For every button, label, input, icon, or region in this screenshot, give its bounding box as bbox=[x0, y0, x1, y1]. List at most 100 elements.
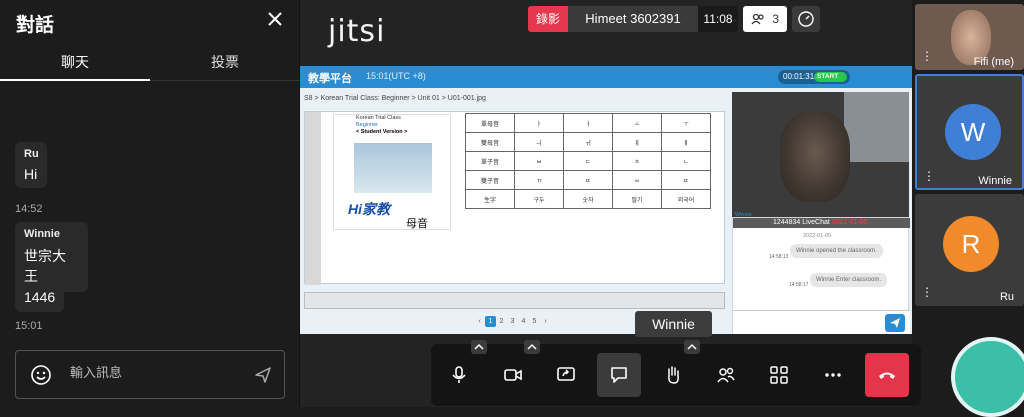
tile-view-button[interactable] bbox=[757, 353, 801, 397]
microphone-icon bbox=[452, 366, 466, 383]
table-cell: ㄴ bbox=[661, 151, 711, 171]
participant-count: 3 bbox=[772, 12, 780, 26]
message-text: Hi bbox=[24, 166, 38, 182]
participant-name: Fifi (me) bbox=[973, 56, 1014, 68]
send-icon[interactable] bbox=[254, 366, 272, 384]
tile-view-icon bbox=[770, 366, 788, 384]
message-time: 15:01 bbox=[15, 320, 43, 332]
table-cell: 외국어 bbox=[661, 189, 711, 209]
participant-name: Ru bbox=[999, 291, 1014, 303]
livechat-time: 14:58:13 bbox=[769, 254, 789, 260]
participant-tile-self[interactable]: ⋮ Fifi (me) bbox=[915, 4, 1024, 70]
platform-timezone: 15:01(UTC +8) bbox=[366, 71, 426, 81]
lesson-photo bbox=[354, 143, 432, 193]
participant-tile-ru[interactable]: R ⋮ Ru bbox=[915, 194, 1024, 306]
gauge-icon bbox=[798, 11, 814, 27]
live-chat: 1244834 LiveChat 2022-01-05 Winnie 2022-… bbox=[732, 212, 910, 334]
page-3[interactable]: 3 bbox=[507, 316, 518, 327]
tab-polls[interactable]: 投票 bbox=[150, 52, 300, 72]
shared-screen[interactable]: 教學平台 15:01(UTC +8) 00:01:31 START S8 > K… bbox=[300, 66, 912, 334]
table-row: 單母音ㅏㅓㅗㅜ bbox=[465, 113, 711, 133]
camera-button[interactable] bbox=[491, 353, 535, 397]
jitsi-logo: jitsi bbox=[328, 14, 386, 49]
more-button[interactable] bbox=[811, 353, 855, 397]
livechat-send-button[interactable] bbox=[885, 314, 905, 332]
chat-icon bbox=[611, 367, 627, 383]
more-icon bbox=[825, 373, 841, 377]
page-prev[interactable]: ‹ bbox=[474, 316, 485, 327]
self-avatar-bubble[interactable] bbox=[951, 337, 1024, 417]
table-row: 生字 구두 숫자 딸기 외국어 bbox=[465, 189, 711, 209]
table-cell: 生字 bbox=[465, 189, 515, 209]
table-cell: ㅓ bbox=[563, 113, 613, 133]
participants-icon bbox=[751, 13, 764, 25]
livechat-input[interactable] bbox=[733, 310, 910, 334]
table-cell: ㅖ bbox=[612, 132, 662, 152]
lesson-logo: Hi家教 bbox=[348, 201, 390, 217]
chat-message: Ru Hi bbox=[15, 142, 47, 188]
raise-hand-button[interactable] bbox=[651, 353, 695, 397]
screen-share-button[interactable] bbox=[544, 353, 588, 397]
avatar: R bbox=[943, 216, 999, 272]
page-next[interactable]: › bbox=[540, 316, 551, 327]
reactions-options[interactable] bbox=[684, 340, 700, 354]
meeting-time: 11:08 bbox=[698, 6, 738, 32]
breadcrumb: S8 > Korean Trial Class: Beginner > Unit… bbox=[304, 95, 486, 102]
page-4[interactable]: 4 bbox=[518, 316, 529, 327]
table-cell: ㄸ bbox=[563, 170, 613, 190]
more-icon[interactable]: ⋮ bbox=[921, 50, 933, 62]
teacher-face bbox=[780, 112, 850, 202]
table-row: 雙母音ㅢㅟㅖㅒ bbox=[465, 132, 711, 152]
chat-message: 1446 bbox=[15, 282, 64, 312]
table-cell: 雙子音 bbox=[465, 170, 515, 190]
livechat-time: 14:58:17 bbox=[789, 282, 809, 288]
more-icon[interactable]: ⋮ bbox=[923, 170, 935, 182]
table-cell: ㅒ bbox=[661, 132, 711, 152]
hangup-button[interactable] bbox=[865, 353, 909, 397]
table-cell: ㄲ bbox=[514, 170, 564, 190]
livechat-date: 2022-01-05 bbox=[803, 233, 832, 239]
table-cell: ㅏ bbox=[514, 113, 564, 133]
participants-button[interactable] bbox=[704, 353, 748, 397]
table-cell: ㅟ bbox=[563, 132, 613, 152]
avatar: W bbox=[945, 104, 1001, 160]
lesson-level: Beginner bbox=[356, 122, 379, 128]
media-player-bar bbox=[304, 292, 725, 309]
page-5[interactable]: 5 bbox=[529, 316, 540, 327]
meeting-toolbar bbox=[431, 340, 921, 406]
close-icon[interactable] bbox=[265, 9, 285, 29]
microphone-options[interactable] bbox=[471, 340, 487, 354]
chevron-up-icon bbox=[527, 343, 537, 350]
page-1[interactable]: 1 bbox=[485, 316, 496, 327]
tab-chat[interactable]: 聊天 bbox=[0, 52, 150, 72]
table-cell: 單母音 bbox=[465, 113, 515, 133]
emoji-icon[interactable] bbox=[30, 364, 52, 386]
message-input[interactable] bbox=[70, 365, 240, 380]
send-icon bbox=[890, 318, 900, 328]
chat-input-box bbox=[15, 350, 285, 399]
livechat-message: Winnie opened the classroom. bbox=[790, 244, 883, 258]
chevron-up-icon bbox=[687, 343, 697, 350]
lesson-version: < Student Version > bbox=[356, 129, 408, 135]
start-toggle: START bbox=[814, 72, 847, 82]
table-cell: 雙母音 bbox=[465, 132, 515, 152]
message-text: 1446 bbox=[24, 289, 56, 305]
microphone-button[interactable] bbox=[437, 353, 481, 397]
table-cell: 구두 bbox=[514, 189, 564, 209]
chat-button[interactable] bbox=[597, 353, 641, 397]
livechat-user-tag: Winnie bbox=[735, 212, 752, 218]
participants-icon bbox=[717, 367, 735, 383]
page-2[interactable]: 2 bbox=[496, 316, 507, 327]
participant-count-pill[interactable]: 3 bbox=[743, 6, 787, 32]
participant-tile-winnie[interactable]: W ⋮ Winnie bbox=[915, 74, 1024, 190]
camera-options[interactable] bbox=[524, 340, 540, 354]
connection-indicator[interactable] bbox=[792, 6, 820, 32]
raise-hand-icon bbox=[668, 366, 679, 384]
message-sender: Winnie bbox=[24, 228, 60, 240]
lesson-subtitle: 母音 bbox=[406, 218, 428, 230]
platform-brand: 教學平台 bbox=[308, 73, 352, 85]
more-icon[interactable]: ⋮ bbox=[921, 286, 933, 298]
table-cell: ㅜ bbox=[661, 113, 711, 133]
chat-panel: 對話 聊天 投票 Ru Hi 14:52 Winnie 世宗大王 1446 15… bbox=[0, 0, 300, 407]
speaker-name-tooltip: Winnie bbox=[635, 311, 712, 337]
